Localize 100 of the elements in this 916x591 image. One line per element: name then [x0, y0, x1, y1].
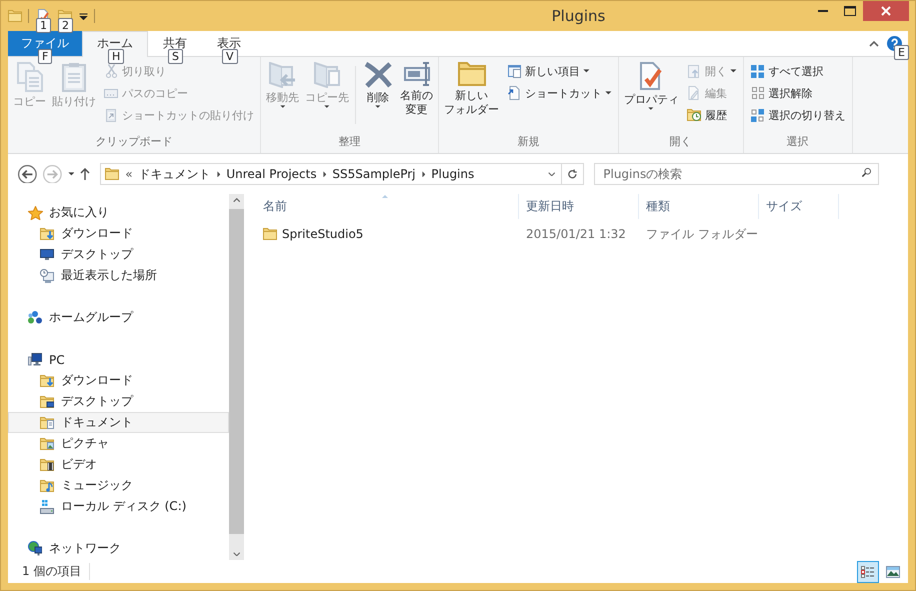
maximize-icon: [844, 6, 856, 16]
nav-item[interactable]: ローカル ディスク (C:): [8, 496, 229, 517]
ribbon-button[interactable]: すべて選択: [746, 60, 848, 82]
nav-item[interactable]: デスクトップ: [8, 391, 229, 412]
ribbon-button[interactable]: 選択解除: [746, 82, 848, 104]
keytip-tooltip: S: [168, 49, 183, 64]
ribbon-button[interactable]: 新しい項目: [503, 60, 615, 82]
group-label: 新規: [516, 134, 540, 150]
folder-film-icon: [40, 458, 54, 470]
caret-icon: [583, 69, 590, 73]
shortcut-icon: [508, 86, 520, 100]
clipboard-icon: [62, 62, 86, 92]
folder-picture-icon: [40, 438, 54, 450]
minimize-icon: [818, 9, 828, 13]
group-label: クリップボード: [94, 134, 174, 150]
nav-item[interactable]: デスクトップ: [8, 244, 229, 265]
ribbon-button[interactable]: プロパティ: [622, 60, 681, 112]
folder-arrow-icon: [269, 62, 296, 88]
breadcrumb[interactable]: SS5SamplePrj: [332, 167, 416, 181]
monitor-icon: [40, 249, 54, 260]
caret-icon: [648, 107, 654, 110]
path-icon: [104, 88, 118, 98]
nav-item[interactable]: PC: [8, 349, 229, 370]
breadcrumb-arrow-icon[interactable]: [322, 170, 326, 178]
new-item-icon: [508, 64, 520, 78]
dropdown-icon[interactable]: [548, 172, 556, 176]
folder-clock-icon: [686, 109, 701, 121]
select-all-icon: [751, 64, 764, 78]
nav-item[interactable]: ダウンロード: [8, 370, 229, 391]
copy-icon: [16, 62, 42, 92]
folder-document-icon: [40, 416, 54, 428]
ribbon-button[interactable]: 削除: [360, 60, 396, 110]
drive-icon: [40, 500, 54, 514]
group-label: 選択: [786, 134, 810, 150]
recent-places-icon: [40, 268, 54, 282]
nav-item[interactable]: ネットワーク: [8, 538, 229, 559]
computer-icon: [28, 353, 42, 366]
rename-icon: [404, 62, 430, 86]
scroll-up-icon[interactable]: [232, 198, 240, 202]
view-button[interactable]: [857, 560, 879, 582]
ribbon-button[interactable]: 名前の 変更: [398, 60, 435, 119]
item-count: 1 個の項目: [22, 563, 90, 580]
group-label: 整理: [338, 134, 362, 150]
keytip-tooltip: E: [894, 45, 909, 60]
collapse-ribbon-icon[interactable]: [869, 40, 879, 46]
ribbon-button[interactable]: 選択の切り替え: [746, 104, 848, 126]
keytip-tooltip: 1: [36, 18, 51, 33]
folder-download-icon: [40, 228, 54, 240]
nav-item[interactable]: お気に入り: [8, 202, 229, 223]
recent-locations-icon[interactable]: [68, 172, 74, 176]
caret-icon: [605, 91, 612, 95]
breadcrumb-arrow-icon[interactable]: [216, 170, 220, 178]
nav-item[interactable]: ミュージック: [8, 475, 229, 496]
breadcrumb-arrow-icon[interactable]: [422, 170, 426, 178]
caret-icon: [324, 105, 330, 108]
nav-item[interactable]: 最近表示した場所: [8, 265, 229, 286]
ribbon-button[interactable]: 履歴: [682, 104, 740, 126]
folder-download-icon: [40, 374, 54, 386]
caret-icon: [280, 105, 286, 108]
customize-toolbar-icon[interactable]: [79, 12, 88, 20]
scissors-icon: [106, 64, 116, 78]
folder-icon: [105, 168, 120, 180]
open-icon: [688, 64, 700, 78]
breadcrumb[interactable]: Unreal Projects: [226, 167, 317, 181]
large-icons-view-icon: [886, 566, 900, 578]
star-icon: [28, 206, 42, 220]
folder-monitor-icon: [40, 396, 54, 408]
caret-icon: [730, 69, 736, 73]
refresh-icon[interactable]: [568, 169, 578, 179]
nav-item[interactable]: ドキュメント: [8, 412, 229, 433]
search-field[interactable]: Pluginsの検索: [594, 163, 880, 185]
nav-item[interactable]: ビデオ: [8, 454, 229, 475]
folder-icon: [458, 62, 486, 86]
ribbon-tab[interactable]: 表示: [202, 31, 256, 49]
scroll-down-icon[interactable]: [232, 552, 240, 556]
ribbon-tab[interactable]: 共有: [148, 31, 202, 49]
up-icon[interactable]: [80, 168, 90, 180]
nav-item[interactable]: ダウンロード: [8, 223, 229, 244]
breadcrumb[interactable]: ドキュメント: [138, 166, 211, 182]
group-label: 開く: [668, 134, 693, 150]
file-name[interactable]: SpriteStudio5: [282, 227, 364, 241]
close-button[interactable]: [863, 1, 909, 21]
network-icon: [28, 541, 42, 556]
column-header[interactable]: 更新日時: [519, 194, 639, 219]
folder-icon: [8, 10, 22, 22]
ribbon-button[interactable]: 新しい フォルダー: [442, 60, 501, 119]
nav-item[interactable]: ピクチャ: [8, 433, 229, 454]
keytip-tooltip: H: [108, 49, 124, 64]
overflow-chevron[interactable]: «: [125, 167, 133, 181]
column-header[interactable]: 種類: [639, 194, 759, 219]
keytip-tooltip: 2: [58, 18, 73, 33]
back-icon[interactable]: [18, 164, 37, 184]
address-bar[interactable]: « ドキュメント Unreal Projects SS5SamplePrj Plugins: [100, 163, 584, 185]
close-icon: [881, 6, 891, 16]
ribbon-button[interactable]: ショートカット: [503, 82, 615, 104]
window-title: Plugins: [550, 7, 606, 25]
breadcrumb[interactable]: Plugins: [431, 167, 474, 181]
column-header[interactable]: 名前: [256, 194, 519, 219]
nav-item[interactable]: ホームグループ: [8, 307, 229, 328]
column-header[interactable]: サイズ: [759, 194, 839, 219]
